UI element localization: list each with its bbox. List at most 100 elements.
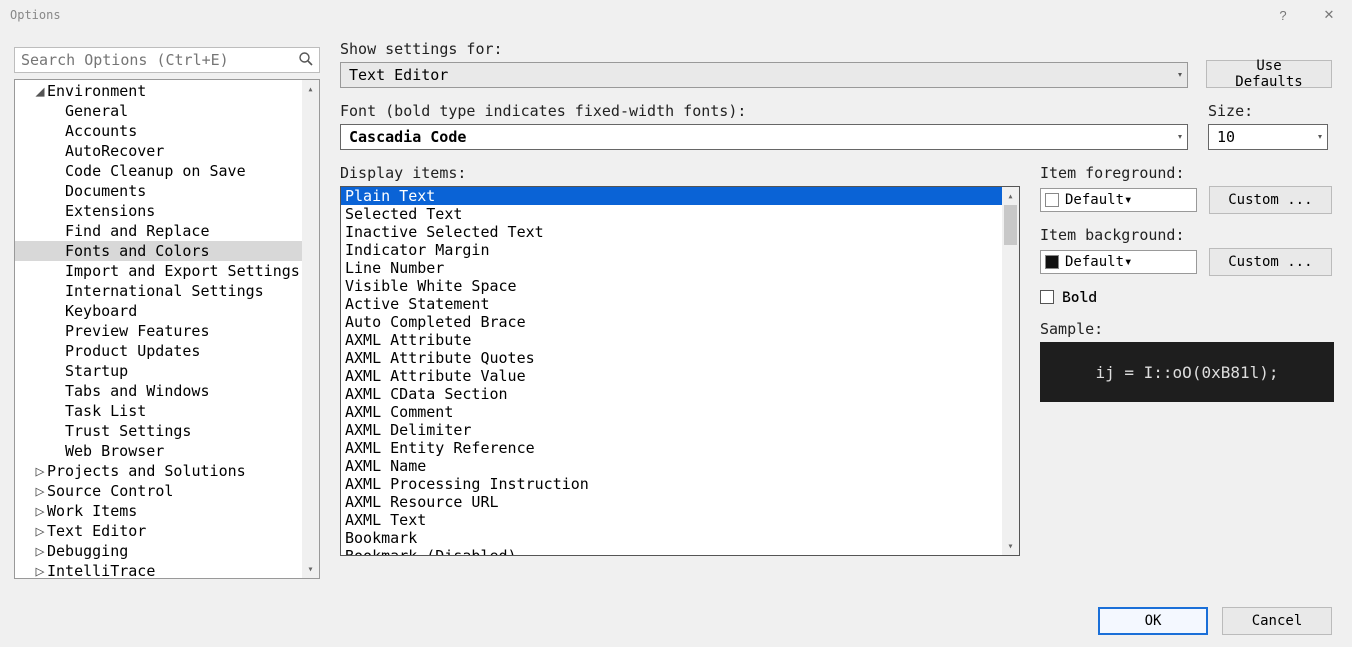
window-title: Options <box>10 8 61 22</box>
display-item[interactable]: Visible White Space <box>341 277 1019 295</box>
tree-item[interactable]: Trust Settings <box>15 421 319 441</box>
tree-item[interactable]: Extensions <box>15 201 319 221</box>
display-item[interactable]: Bookmark <box>341 529 1019 547</box>
tree-item[interactable]: Import and Export Settings <box>15 261 319 281</box>
cancel-button[interactable]: Cancel <box>1222 607 1332 635</box>
tree-item[interactable]: Web Browser <box>15 441 319 461</box>
tree-item[interactable]: Code Cleanup on Save <box>15 161 319 181</box>
tree-item-label: Import and Export Settings <box>65 262 300 280</box>
tree-item[interactable]: Startup <box>15 361 319 381</box>
display-item[interactable]: Inactive Selected Text <box>341 223 1019 241</box>
tree-item-label: Web Browser <box>65 442 164 460</box>
tree-item-label: Tabs and Windows <box>65 382 210 400</box>
display-item[interactable]: AXML Delimiter <box>341 421 1019 439</box>
tree-item[interactable]: Tabs and Windows <box>15 381 319 401</box>
expand-icon[interactable]: ▷ <box>33 521 47 541</box>
tree-item[interactable]: ▷IntelliTrace <box>15 561 319 579</box>
sample-text: ij = I::oO(0xB81l); <box>1095 363 1278 382</box>
tree-item-label: Find and Replace <box>65 222 210 240</box>
use-defaults-button[interactable]: Use Defaults <box>1206 60 1332 88</box>
display-item[interactable]: AXML Entity Reference <box>341 439 1019 457</box>
tree-item[interactable]: ▷Projects and Solutions <box>15 461 319 481</box>
item-bg-combo[interactable]: Default ▾ <box>1040 250 1197 274</box>
bold-checkbox-row[interactable]: Bold <box>1040 288 1332 306</box>
tree-item[interactable]: Task List <box>15 401 319 421</box>
tree-item[interactable]: ▷Debugging <box>15 541 319 561</box>
scroll-thumb[interactable] <box>1004 205 1017 245</box>
search-wrap <box>14 47 320 73</box>
tree-item[interactable]: Keyboard <box>15 301 319 321</box>
tree-item[interactable]: ▷Source Control <box>15 481 319 501</box>
display-item[interactable]: AXML Name <box>341 457 1019 475</box>
tree-item[interactable]: ◢Environment <box>15 81 319 101</box>
scroll-down-icon[interactable]: ▾ <box>302 560 319 578</box>
font-combo[interactable]: Cascadia Code ▾ <box>340 124 1188 150</box>
tree-item[interactable]: ▷Text Editor <box>15 521 319 541</box>
fg-custom-button[interactable]: Custom ... <box>1209 186 1332 214</box>
fg-swatch <box>1045 193 1059 207</box>
show-settings-label: Show settings for: <box>340 40 1188 58</box>
tree-item[interactable]: AutoRecover <box>15 141 319 161</box>
display-item[interactable]: AXML Comment <box>341 403 1019 421</box>
item-fg-combo[interactable]: Default ▾ <box>1040 188 1197 212</box>
chevron-down-icon: ▾ <box>1124 192 1132 208</box>
tree-item[interactable]: Product Updates <box>15 341 319 361</box>
scroll-up-icon[interactable]: ▴ <box>1002 187 1019 205</box>
display-item[interactable]: AXML Attribute <box>341 331 1019 349</box>
tree-item-label: Trust Settings <box>65 422 191 440</box>
display-item[interactable]: Selected Text <box>341 205 1019 223</box>
display-item[interactable]: Line Number <box>341 259 1019 277</box>
display-items-list[interactable]: Plain TextSelected TextInactive Selected… <box>340 186 1020 556</box>
tree-item[interactable]: International Settings <box>15 281 319 301</box>
expand-icon[interactable]: ▷ <box>33 501 47 521</box>
tree-item[interactable]: Documents <box>15 181 319 201</box>
expand-icon[interactable]: ◢ <box>33 81 47 101</box>
scroll-up-icon[interactable]: ▴ <box>302 80 319 98</box>
options-tree[interactable]: ◢EnvironmentGeneralAccountsAutoRecoverCo… <box>14 79 320 579</box>
tree-item[interactable]: ▷Work Items <box>15 501 319 521</box>
display-item[interactable]: Bookmark (Disabled) <box>341 547 1019 556</box>
display-item[interactable]: AXML Attribute Quotes <box>341 349 1019 367</box>
expand-icon[interactable]: ▷ <box>33 541 47 561</box>
size-combo[interactable]: 10 ▾ <box>1208 124 1328 150</box>
display-item[interactable]: AXML CData Section <box>341 385 1019 403</box>
tree-item[interactable]: Accounts <box>15 121 319 141</box>
expand-icon[interactable]: ▷ <box>33 461 47 481</box>
display-item[interactable]: AXML Resource URL <box>341 493 1019 511</box>
bold-checkbox[interactable] <box>1040 290 1054 304</box>
tree-item-label: Preview Features <box>65 322 210 340</box>
ok-button[interactable]: OK <box>1098 607 1208 635</box>
tree-item-label: Debugging <box>47 542 128 560</box>
chevron-down-icon: ▾ <box>1177 70 1183 81</box>
sample-label: Sample: <box>1040 320 1332 338</box>
item-bg-label: Item background: <box>1040 226 1332 244</box>
display-item[interactable]: Auto Completed Brace <box>341 313 1019 331</box>
display-item[interactable]: AXML Attribute Value <box>341 367 1019 385</box>
tree-item[interactable]: General <box>15 101 319 121</box>
help-icon[interactable]: ? <box>1260 0 1306 30</box>
tree-item[interactable]: Preview Features <box>15 321 319 341</box>
display-item[interactable]: Active Statement <box>341 295 1019 313</box>
tree-item[interactable]: Find and Replace <box>15 221 319 241</box>
search-icon[interactable] <box>298 51 314 71</box>
display-item[interactable]: AXML Text <box>341 511 1019 529</box>
tree-scrollbar[interactable]: ▴ ▾ <box>302 80 319 578</box>
show-settings-combo[interactable]: Text Editor ▾ <box>340 62 1188 88</box>
tree-item[interactable]: Fonts and Colors <box>15 241 319 261</box>
display-item[interactable]: AXML Processing Instruction <box>341 475 1019 493</box>
scroll-down-icon[interactable]: ▾ <box>1002 537 1019 555</box>
bg-custom-button[interactable]: Custom ... <box>1209 248 1332 276</box>
expand-icon[interactable]: ▷ <box>33 561 47 579</box>
display-item[interactable]: Indicator Margin <box>341 241 1019 259</box>
tree-item-label: Projects and Solutions <box>47 462 246 480</box>
chevron-down-icon: ▾ <box>1317 132 1323 143</box>
sample-preview: ij = I::oO(0xB81l); <box>1040 342 1334 402</box>
display-item[interactable]: Plain Text <box>341 187 1019 205</box>
expand-icon[interactable]: ▷ <box>33 481 47 501</box>
bg-swatch <box>1045 255 1059 269</box>
close-icon[interactable]: ✕ <box>1306 0 1352 30</box>
display-scrollbar[interactable]: ▴ ▾ <box>1002 187 1019 555</box>
search-input[interactable] <box>14 47 320 73</box>
tree-item-label: Environment <box>47 82 146 100</box>
tree-item-label: Documents <box>65 182 146 200</box>
